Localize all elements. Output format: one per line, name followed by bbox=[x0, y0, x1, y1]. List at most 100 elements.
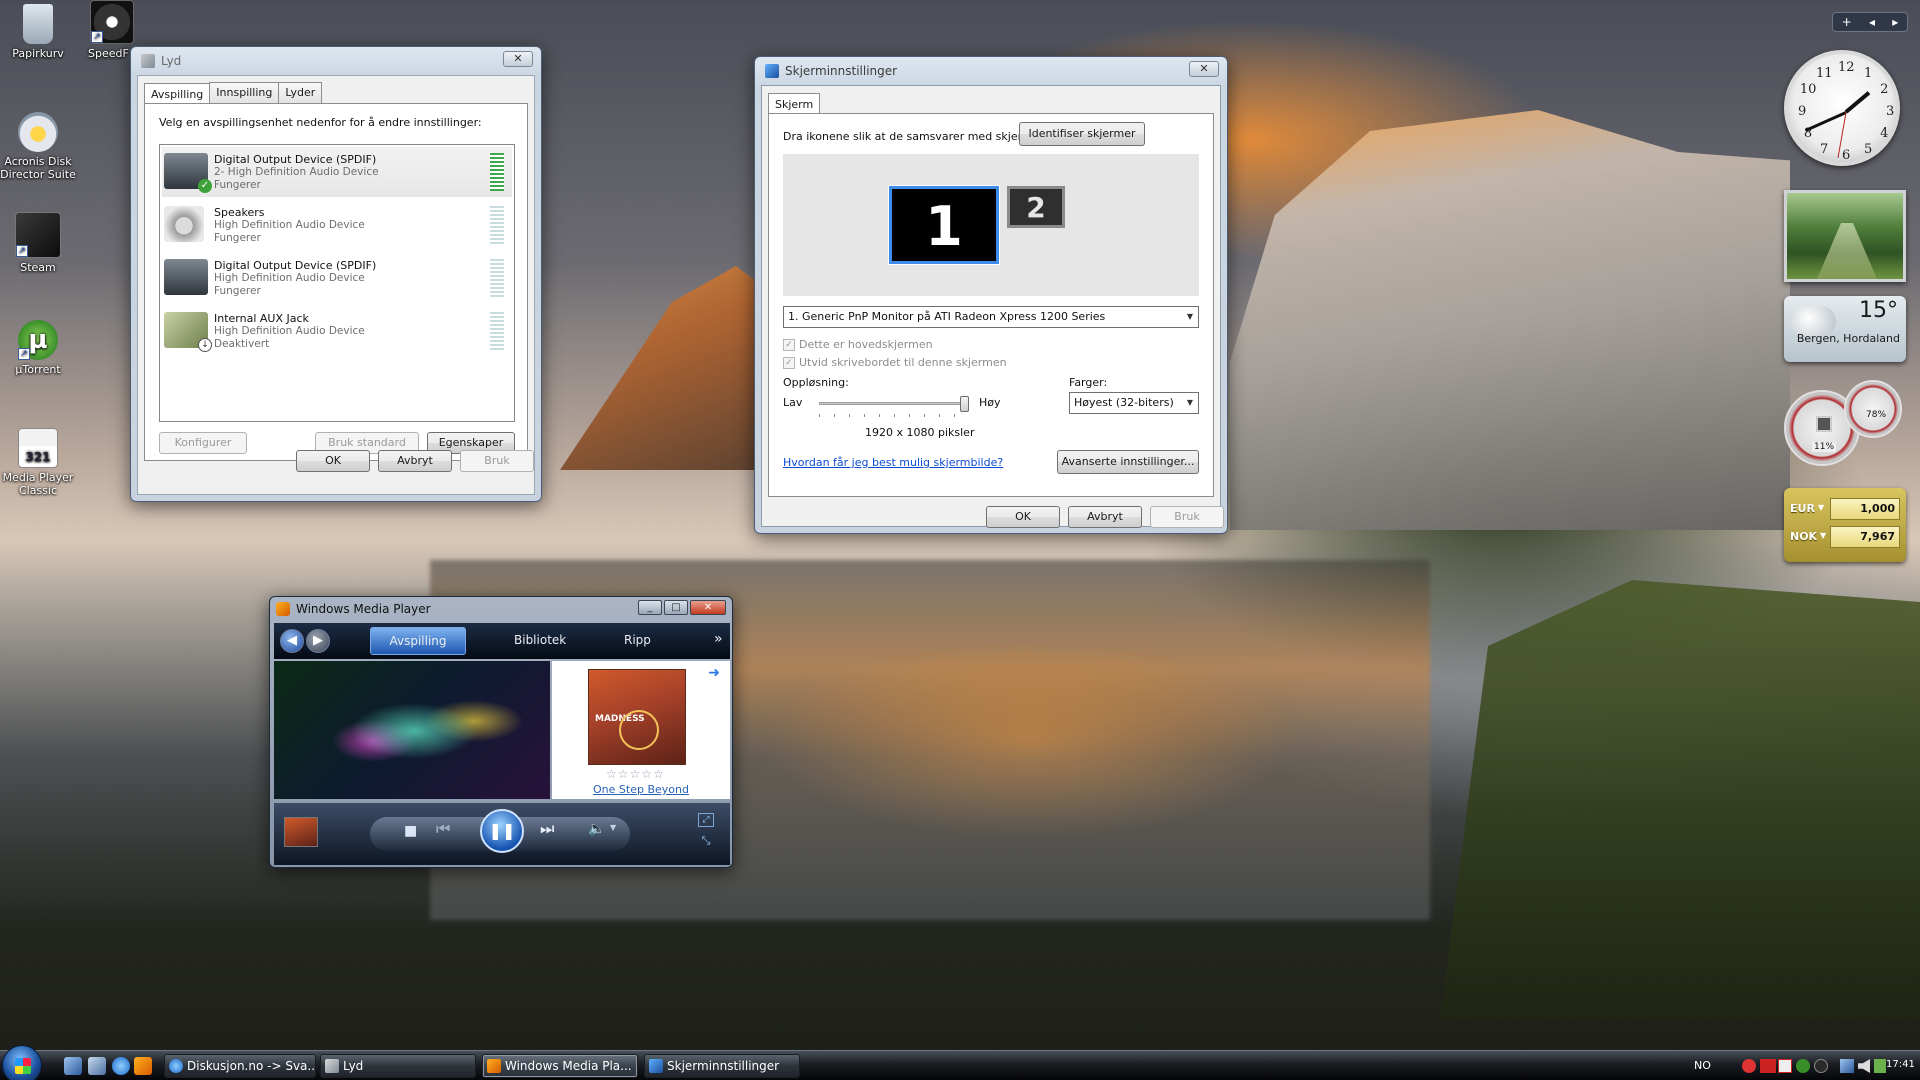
apply-button[interactable]: Bruk bbox=[460, 450, 534, 472]
song-title[interactable]: One Step Beyond bbox=[552, 783, 730, 796]
tab-playback[interactable]: Avspilling bbox=[144, 83, 211, 104]
tab-sounds[interactable]: Lyder bbox=[278, 82, 323, 103]
desktop-icon-acronis[interactable]: Acronis Disk Director Suite bbox=[0, 112, 76, 181]
cancel-button[interactable]: Avbryt bbox=[378, 450, 452, 472]
stop-button[interactable]: ■ bbox=[404, 823, 417, 839]
maximize-button[interactable]: □ bbox=[664, 600, 688, 615]
currency-code[interactable]: EUR bbox=[1790, 502, 1815, 515]
show-desktop-icon[interactable] bbox=[64, 1057, 82, 1075]
currency-gadget[interactable]: EUR ▼ 1,000 NOK ▼ 7,967 bbox=[1784, 488, 1906, 562]
sound-tabs: Avspilling Innspilling Lyder bbox=[138, 76, 534, 104]
display-dialog-titlebar[interactable]: Skjerminnstillinger bbox=[761, 57, 1221, 85]
monitor-select[interactable]: 1. Generic PnP Monitor på ATI Radeon Xpr… bbox=[783, 306, 1199, 328]
currency-row: EUR ▼ 1,000 bbox=[1790, 498, 1900, 520]
advanced-settings-button[interactable]: Avanserte innstillinger... bbox=[1057, 450, 1199, 474]
ok-button[interactable]: OK bbox=[296, 450, 370, 472]
close-button[interactable]: ✕ bbox=[690, 600, 726, 615]
currency-value[interactable]: 7,967 bbox=[1830, 526, 1900, 548]
identify-monitors-button[interactable]: Identifiser skjermer bbox=[1019, 122, 1145, 146]
chevron-down-icon[interactable]: ▼ bbox=[1820, 531, 1826, 540]
tab-display[interactable]: Skjerm bbox=[768, 93, 821, 114]
volume-tray-icon[interactable] bbox=[1858, 1059, 1870, 1073]
wmp-quicklaunch-icon[interactable] bbox=[134, 1057, 152, 1075]
resolution-slider[interactable] bbox=[819, 396, 969, 417]
ok-button[interactable]: OK bbox=[986, 506, 1060, 528]
list-item[interactable]: Speakers High Definition Audio Device Fu… bbox=[162, 200, 512, 250]
cpu-gauge-icon bbox=[1816, 416, 1832, 432]
playback-device-list[interactable]: ✓ Digital Output Device (SPDIF) 2- High … bbox=[159, 144, 515, 422]
cpu-meter-gadget[interactable]: 11% 78% bbox=[1784, 380, 1904, 474]
network-error-icon[interactable] bbox=[1778, 1059, 1792, 1073]
rating-stars[interactable]: ☆☆☆☆☆ bbox=[606, 767, 665, 781]
previous-button[interactable]: ⏮ bbox=[436, 819, 450, 839]
slider-thumb[interactable] bbox=[960, 396, 969, 412]
help-link[interactable]: Hvordan får jeg best mulig skjermbilde? bbox=[783, 456, 1003, 469]
pause-button[interactable]: ❚❚ bbox=[480, 809, 524, 853]
back-button[interactable]: ◀ bbox=[280, 629, 304, 653]
weather-gadget[interactable]: 15° Bergen, Hordaland bbox=[1784, 296, 1906, 362]
clock-time[interactable]: 17:41 bbox=[1886, 1059, 1915, 1070]
more-tabs-button[interactable]: » bbox=[714, 631, 723, 647]
list-item[interactable]: Digital Output Device (SPDIF) High Defin… bbox=[162, 253, 512, 303]
desktop-icon-steam[interactable]: ↗ Steam bbox=[0, 212, 76, 274]
volume-chevron-icon[interactable]: ▼ bbox=[610, 823, 616, 832]
level-meter bbox=[490, 259, 504, 297]
switch-to-skin-icon[interactable]: ⤡ bbox=[698, 835, 714, 849]
taskbar-item-wmp[interactable]: Windows Media Pla... bbox=[482, 1054, 638, 1078]
currency-value[interactable]: 1,000 bbox=[1830, 498, 1900, 520]
taskbar-item-display-settings[interactable]: Skjerminnstillinger bbox=[644, 1054, 800, 1078]
list-item[interactable]: ↓ Internal AUX Jack High Definition Audi… bbox=[162, 306, 512, 356]
weather-city: Bergen, Hordaland bbox=[1796, 332, 1900, 345]
desktop-icon-recycle-bin[interactable]: Papirkurv bbox=[0, 4, 76, 60]
security-alert-icon[interactable] bbox=[1742, 1059, 1756, 1073]
power-icon[interactable] bbox=[1874, 1059, 1886, 1073]
sidebar-prev-button[interactable]: ◂ bbox=[1869, 15, 1875, 29]
slideshow-gadget[interactable] bbox=[1784, 190, 1906, 282]
album-cover[interactable]: MADNESS bbox=[588, 669, 686, 765]
extend-desktop-checkbox[interactable]: ✓ Utvid skrivebordet til denne skjermen bbox=[783, 356, 1007, 369]
clock-gadget[interactable]: 12 1 2 3 4 5 6 7 8 9 10 11 bbox=[1784, 50, 1900, 166]
mini-album-thumbnail[interactable] bbox=[284, 817, 318, 847]
desktop-icon-label: Papirkurv bbox=[12, 47, 64, 60]
list-item[interactable]: ✓ Digital Output Device (SPDIF) 2- High … bbox=[162, 147, 512, 197]
minimize-button[interactable]: _ bbox=[638, 600, 662, 615]
chevron-down-icon[interactable]: ▼ bbox=[1818, 503, 1824, 512]
monitor-1[interactable]: 1 bbox=[888, 185, 1000, 265]
add-gadget-button[interactable]: + bbox=[1842, 15, 1852, 29]
tab-now-playing[interactable]: Avspilling bbox=[370, 627, 466, 655]
monitor-2[interactable]: 2 bbox=[1007, 186, 1065, 228]
switch-windows-icon[interactable] bbox=[88, 1057, 106, 1075]
utorrent-tray-icon[interactable] bbox=[1796, 1059, 1810, 1073]
start-button[interactable] bbox=[2, 1045, 42, 1080]
configure-button[interactable]: Konfigurer bbox=[159, 432, 247, 454]
tab-library[interactable]: Bibliotek bbox=[514, 633, 566, 647]
tab-recording[interactable]: Innspilling bbox=[209, 82, 280, 103]
close-button[interactable]: ✕ bbox=[503, 51, 533, 67]
ati-icon[interactable] bbox=[1760, 1059, 1776, 1073]
default-device-check-icon: ✓ bbox=[198, 179, 212, 193]
apply-button[interactable]: Bruk bbox=[1150, 506, 1224, 528]
network-icon[interactable] bbox=[1840, 1059, 1854, 1073]
switch-to-full-icon[interactable]: ⤢ bbox=[698, 813, 714, 827]
primary-monitor-checkbox[interactable]: ✓ Dette er hovedskjermen bbox=[783, 338, 933, 351]
desktop-icon-media-player-classic[interactable]: 321 Media Player Classic bbox=[0, 428, 76, 497]
sidebar-next-button[interactable]: ▸ bbox=[1892, 15, 1898, 29]
ie-icon[interactable] bbox=[112, 1057, 130, 1075]
currency-code[interactable]: NOK bbox=[1790, 530, 1817, 543]
level-meter bbox=[490, 153, 504, 191]
close-button[interactable]: ✕ bbox=[1189, 61, 1219, 77]
taskbar-item-lyd[interactable]: Lyd bbox=[320, 1054, 476, 1078]
forward-button[interactable]: ▶ bbox=[306, 629, 330, 653]
desktop-icon-utorrent[interactable]: µ ↗ µTorrent bbox=[0, 320, 76, 376]
steam-tray-icon[interactable] bbox=[1814, 1059, 1828, 1073]
arrow-right-icon[interactable]: ➜ bbox=[708, 665, 720, 681]
cancel-button[interactable]: Avbryt bbox=[1068, 506, 1142, 528]
display-icon bbox=[649, 1059, 663, 1073]
sound-dialog-titlebar[interactable]: Lyd bbox=[137, 47, 535, 75]
colors-select[interactable]: Høyest (32-biters) ▼ bbox=[1069, 392, 1199, 414]
next-button[interactable]: ⏭ bbox=[540, 819, 554, 839]
volume-button[interactable]: 🔈 bbox=[588, 821, 605, 837]
tab-rip[interactable]: Ripp bbox=[624, 633, 651, 647]
language-indicator[interactable]: NO bbox=[1694, 1059, 1711, 1072]
taskbar-item-diskusjon[interactable]: Diskusjon.no -> Sva... bbox=[164, 1054, 316, 1078]
